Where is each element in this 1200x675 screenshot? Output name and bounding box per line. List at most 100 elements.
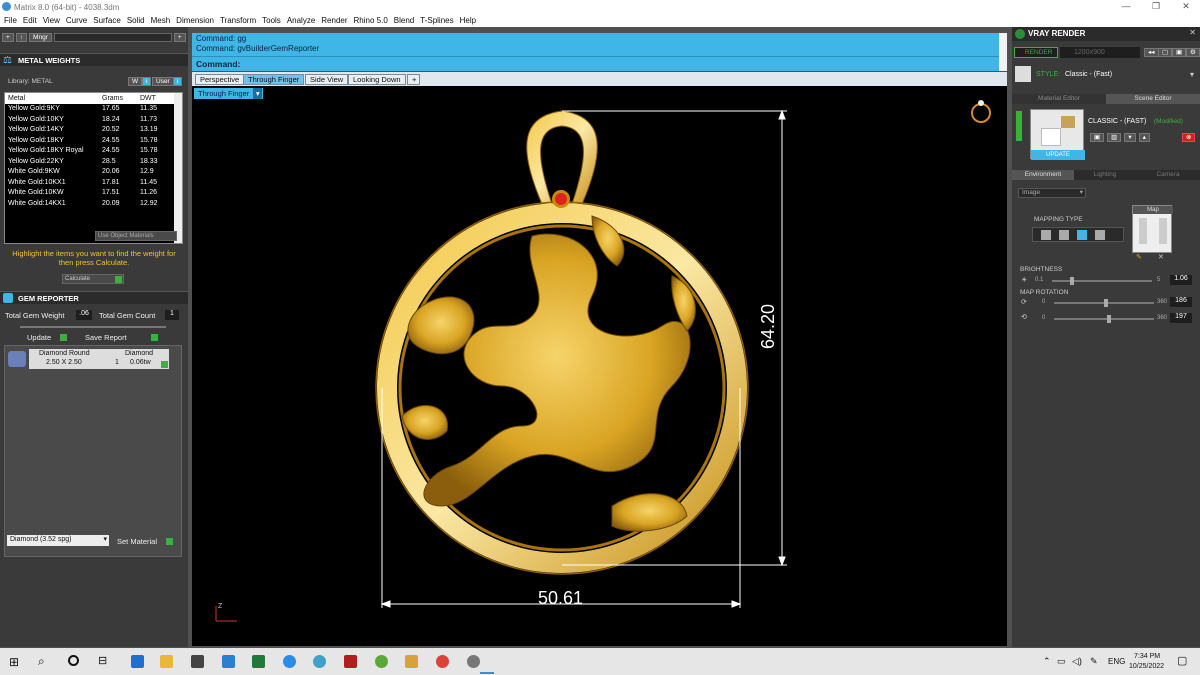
- resolution-field[interactable]: 1200x900: [1060, 47, 1140, 58]
- chrome-icon[interactable]: [436, 655, 449, 668]
- mail-icon[interactable]: [222, 655, 235, 668]
- excel-icon[interactable]: [252, 655, 265, 668]
- menu-surface[interactable]: Surface: [93, 16, 121, 25]
- settings-button[interactable]: ⚙: [1186, 48, 1200, 57]
- app-icon-green[interactable]: [375, 655, 388, 668]
- view-render-button[interactable]: ▢: [1158, 48, 1173, 57]
- map-sphere-icon[interactable]: [1077, 230, 1087, 240]
- menu-edit[interactable]: Edit: [23, 16, 37, 25]
- preset-save-icon[interactable]: ▣: [1090, 133, 1105, 142]
- file-explorer-icon[interactable]: [160, 655, 173, 668]
- viewport[interactable]: Through Finger ▾ 64.20 50.61 Z: [192, 86, 1007, 646]
- environment-select[interactable]: Image ▾: [1018, 188, 1086, 198]
- menu-tsplines[interactable]: T-Splines: [420, 16, 453, 25]
- map-plane-icon[interactable]: [1041, 230, 1051, 240]
- table-row[interactable]: Yellow Gold:18KY Royal 24.55 15.78: [5, 145, 177, 156]
- tab-camera[interactable]: Camera: [1136, 170, 1200, 180]
- expand-button[interactable]: +: [173, 33, 186, 42]
- tab-material-editor[interactable]: Material Editor: [1012, 94, 1106, 104]
- update-play-icon[interactable]: [60, 334, 67, 341]
- table-row[interactable]: Yellow Gold:18KY 24.55 15.78: [5, 135, 177, 146]
- add-button[interactable]: +: [2, 33, 14, 42]
- tab-perspective[interactable]: Perspective: [195, 74, 245, 85]
- rotation1-value[interactable]: 186: [1170, 297, 1192, 307]
- notifications-icon[interactable]: ▢: [1177, 654, 1187, 667]
- gem-play-icon[interactable]: [161, 361, 168, 368]
- matrix-icon[interactable]: [467, 655, 480, 668]
- app-icon-gold[interactable]: [405, 655, 418, 668]
- menu-file[interactable]: File: [4, 16, 17, 25]
- map-edit-icon[interactable]: ✎: [1136, 253, 1142, 261]
- use-object-materials-button[interactable]: Use Object Materials: [95, 231, 177, 241]
- app-icon-blue[interactable]: [313, 655, 326, 668]
- menu-solid[interactable]: Solid: [127, 16, 145, 25]
- edge-icon[interactable]: [131, 655, 144, 668]
- add-view-button[interactable]: +: [407, 74, 420, 85]
- menu-blend[interactable]: Blend: [394, 16, 414, 25]
- app-icon-red[interactable]: [344, 655, 357, 668]
- table-scrollbar[interactable]: [174, 93, 182, 243]
- calculate-button[interactable]: Calculate: [62, 274, 124, 284]
- tab-scene-editor[interactable]: Scene Editor: [1106, 94, 1200, 104]
- set-material-play-icon[interactable]: [166, 538, 173, 545]
- store-icon[interactable]: [191, 655, 204, 668]
- column-grams[interactable]: Grams: [99, 93, 137, 104]
- preset-load-icon[interactable]: ▾: [1124, 133, 1136, 142]
- tab-looking-down[interactable]: Looking Down: [348, 74, 406, 85]
- tab-side-view[interactable]: Side View: [305, 74, 349, 85]
- search-icon[interactable]: ⌕: [38, 654, 45, 669]
- command-scrollbar[interactable]: [999, 33, 1007, 71]
- volume-icon[interactable]: ◁): [1072, 656, 1082, 667]
- command-line[interactable]: Command:: [192, 56, 1000, 69]
- menu-curve[interactable]: Curve: [66, 16, 87, 25]
- lock-button[interactable]: ▣: [1172, 48, 1187, 57]
- tab-lighting[interactable]: Lighting: [1074, 170, 1136, 180]
- prev-button[interactable]: ◂◂: [1144, 48, 1159, 57]
- close-panel-icon[interactable]: ✕: [1189, 28, 1196, 37]
- up-button[interactable]: ↑: [15, 33, 28, 42]
- style-chevron-down-icon[interactable]: ▾: [1190, 70, 1194, 79]
- gem-slider[interactable]: [20, 326, 166, 328]
- cortana-icon[interactable]: [68, 655, 79, 666]
- menu-rhino[interactable]: Rhino 5.0: [354, 16, 388, 25]
- clock-time[interactable]: 7:34 PM: [1134, 653, 1160, 660]
- brightness-slider[interactable]: [1052, 280, 1152, 282]
- table-row[interactable]: Yellow Gold:14KY 20.52 13.19: [5, 124, 177, 135]
- menu-dimension[interactable]: Dimension: [176, 16, 214, 25]
- column-dwt[interactable]: DWT: [137, 93, 177, 104]
- menu-render[interactable]: Render: [321, 16, 347, 25]
- style-value[interactable]: Classic - (Fast): [1065, 71, 1112, 78]
- map-box-icon[interactable]: [1059, 230, 1069, 240]
- left-toolbar-slider[interactable]: [53, 33, 172, 42]
- table-row[interactable]: Yellow Gold:10KY 18.24 11.73: [5, 114, 177, 125]
- table-row[interactable]: Yellow Gold:9KY 17.65 11.35: [5, 103, 177, 114]
- chevron-up-icon[interactable]: ⌃: [1043, 656, 1051, 667]
- info-button[interactable]: i: [142, 77, 152, 86]
- clock-date[interactable]: 10/25/2022: [1129, 663, 1164, 670]
- pen-icon[interactable]: ✎: [1090, 656, 1098, 667]
- preset-prev-arrow[interactable]: [1016, 111, 1022, 141]
- update-button[interactable]: Update: [27, 333, 51, 342]
- rotation2-value[interactable]: 197: [1170, 313, 1192, 323]
- brightness-slider-thumb[interactable]: [1069, 277, 1074, 285]
- manager-button[interactable]: Mngr: [29, 33, 52, 42]
- windows-start-icon[interactable]: ⊞: [9, 655, 19, 669]
- close-button[interactable]: ✕: [1176, 1, 1196, 13]
- menu-analyze[interactable]: Analyze: [287, 16, 315, 25]
- gem-row[interactable]: Diamond Round Diamond 2.50 X 2.50 1 0.06…: [29, 349, 169, 369]
- save-report-play-icon[interactable]: [151, 334, 158, 341]
- menu-transform[interactable]: Transform: [220, 16, 256, 25]
- task-view-icon[interactable]: ⊟: [98, 654, 107, 667]
- tab-through-finger[interactable]: Through Finger: [243, 74, 305, 85]
- save-report-button[interactable]: Save Report: [85, 333, 127, 342]
- material-select[interactable]: Diamond (3.52 spg) ▾: [7, 535, 109, 546]
- weight-w-button[interactable]: W: [128, 77, 143, 86]
- preset-export-icon[interactable]: ▴: [1138, 133, 1150, 142]
- minimize-button[interactable]: —: [1116, 1, 1136, 13]
- table-row[interactable]: Yellow Gold:22KY 28.5 18.33: [5, 156, 177, 167]
- update-render-button[interactable]: UPDATE: [1031, 150, 1085, 160]
- rotation2-slider[interactable]: [1054, 318, 1154, 320]
- menu-tools[interactable]: Tools: [262, 16, 281, 25]
- preset-thumbnail[interactable]: UPDATE: [1030, 109, 1085, 160]
- map-dome-icon[interactable]: [1095, 230, 1105, 240]
